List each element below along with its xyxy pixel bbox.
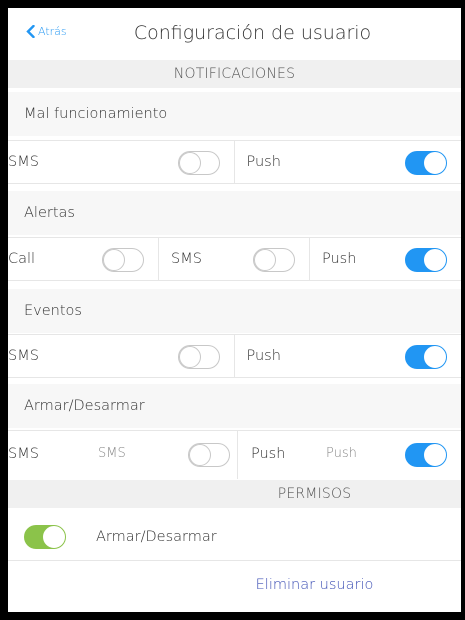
push-toggle[interactable] [405, 345, 447, 369]
toggle-knob [43, 526, 65, 548]
group-title-mal-funcionamiento: Mal funcionamiento [8, 92, 461, 136]
toggle-knob [423, 249, 446, 271]
option-cell-push: Push [310, 238, 461, 280]
cell-divider [237, 431, 238, 479]
push-toggle[interactable] [405, 443, 447, 467]
option-cell-sms: SMS [8, 141, 235, 183]
option-label: Push [321, 251, 357, 267]
sms-toggle[interactable] [177, 151, 220, 175]
option-label: SMS [8, 154, 39, 170]
sms-toggle[interactable] [252, 248, 295, 272]
sms-toggle[interactable] [177, 345, 220, 369]
toggle-knob [189, 444, 211, 466]
call-toggle[interactable] [101, 248, 144, 272]
group-title-alertas: Alertas [8, 191, 461, 235]
user-settings-screen: Atrás Configuración de usuario NOTIFICAC… [8, 8, 461, 612]
option-label: Push [246, 348, 281, 364]
toggle-knob [178, 346, 201, 368]
option-label: Push [251, 446, 286, 462]
section-title: PERMISOS [277, 486, 352, 502]
option-cell-call: Call [8, 238, 159, 280]
armar-desarmar-permission-toggle[interactable] [24, 525, 66, 549]
option-label: SMS [170, 251, 202, 267]
section-notificaciones: NOTIFICACIONES [8, 60, 461, 88]
option-cell-push: Push [235, 141, 462, 183]
option-row-mal-funcionamiento: SMS Push [8, 140, 461, 184]
page-title: Configuración de usuario [133, 22, 372, 44]
delete-user-button[interactable]: Eliminar usuario [8, 562, 461, 608]
option-row-eventos: SMS Push [8, 334, 461, 378]
option-label: Push [246, 154, 281, 170]
option-cell-sms: SMS [8, 335, 235, 377]
option-label: SMS [8, 348, 39, 364]
option-row-armar-desarmar: SMS SMS Push Push [8, 430, 461, 479]
option-label: Call [8, 251, 36, 267]
toggle-knob [178, 152, 201, 174]
section-permisos: PERMISOS [8, 480, 461, 508]
toggle-knob [424, 444, 446, 466]
option-row-alertas: Call SMS Push [8, 237, 461, 281]
sms-toggle[interactable] [188, 443, 230, 467]
toggle-knob [424, 152, 446, 174]
nav-header: Atrás Configuración de usuario [8, 8, 461, 60]
option-cell-push: Push [235, 335, 462, 377]
option-label-ghost: SMS [98, 446, 126, 461]
toggle-knob [102, 249, 125, 271]
push-toggle[interactable] [405, 151, 447, 175]
toggle-knob [424, 346, 446, 368]
group-title-armar-desarmar: Armar/Desarmar [8, 384, 461, 428]
push-toggle[interactable] [404, 248, 447, 272]
option-label: SMS [8, 446, 39, 462]
option-cell-sms: SMS [159, 238, 310, 280]
permission-label: Armar/Desarmar [96, 529, 217, 545]
permission-row-armar-desarmar: Armar/Desarmar [8, 514, 461, 561]
toggle-knob [253, 249, 276, 271]
option-label-ghost: Push [326, 446, 357, 461]
group-title-eventos: Eventos [8, 289, 461, 333]
